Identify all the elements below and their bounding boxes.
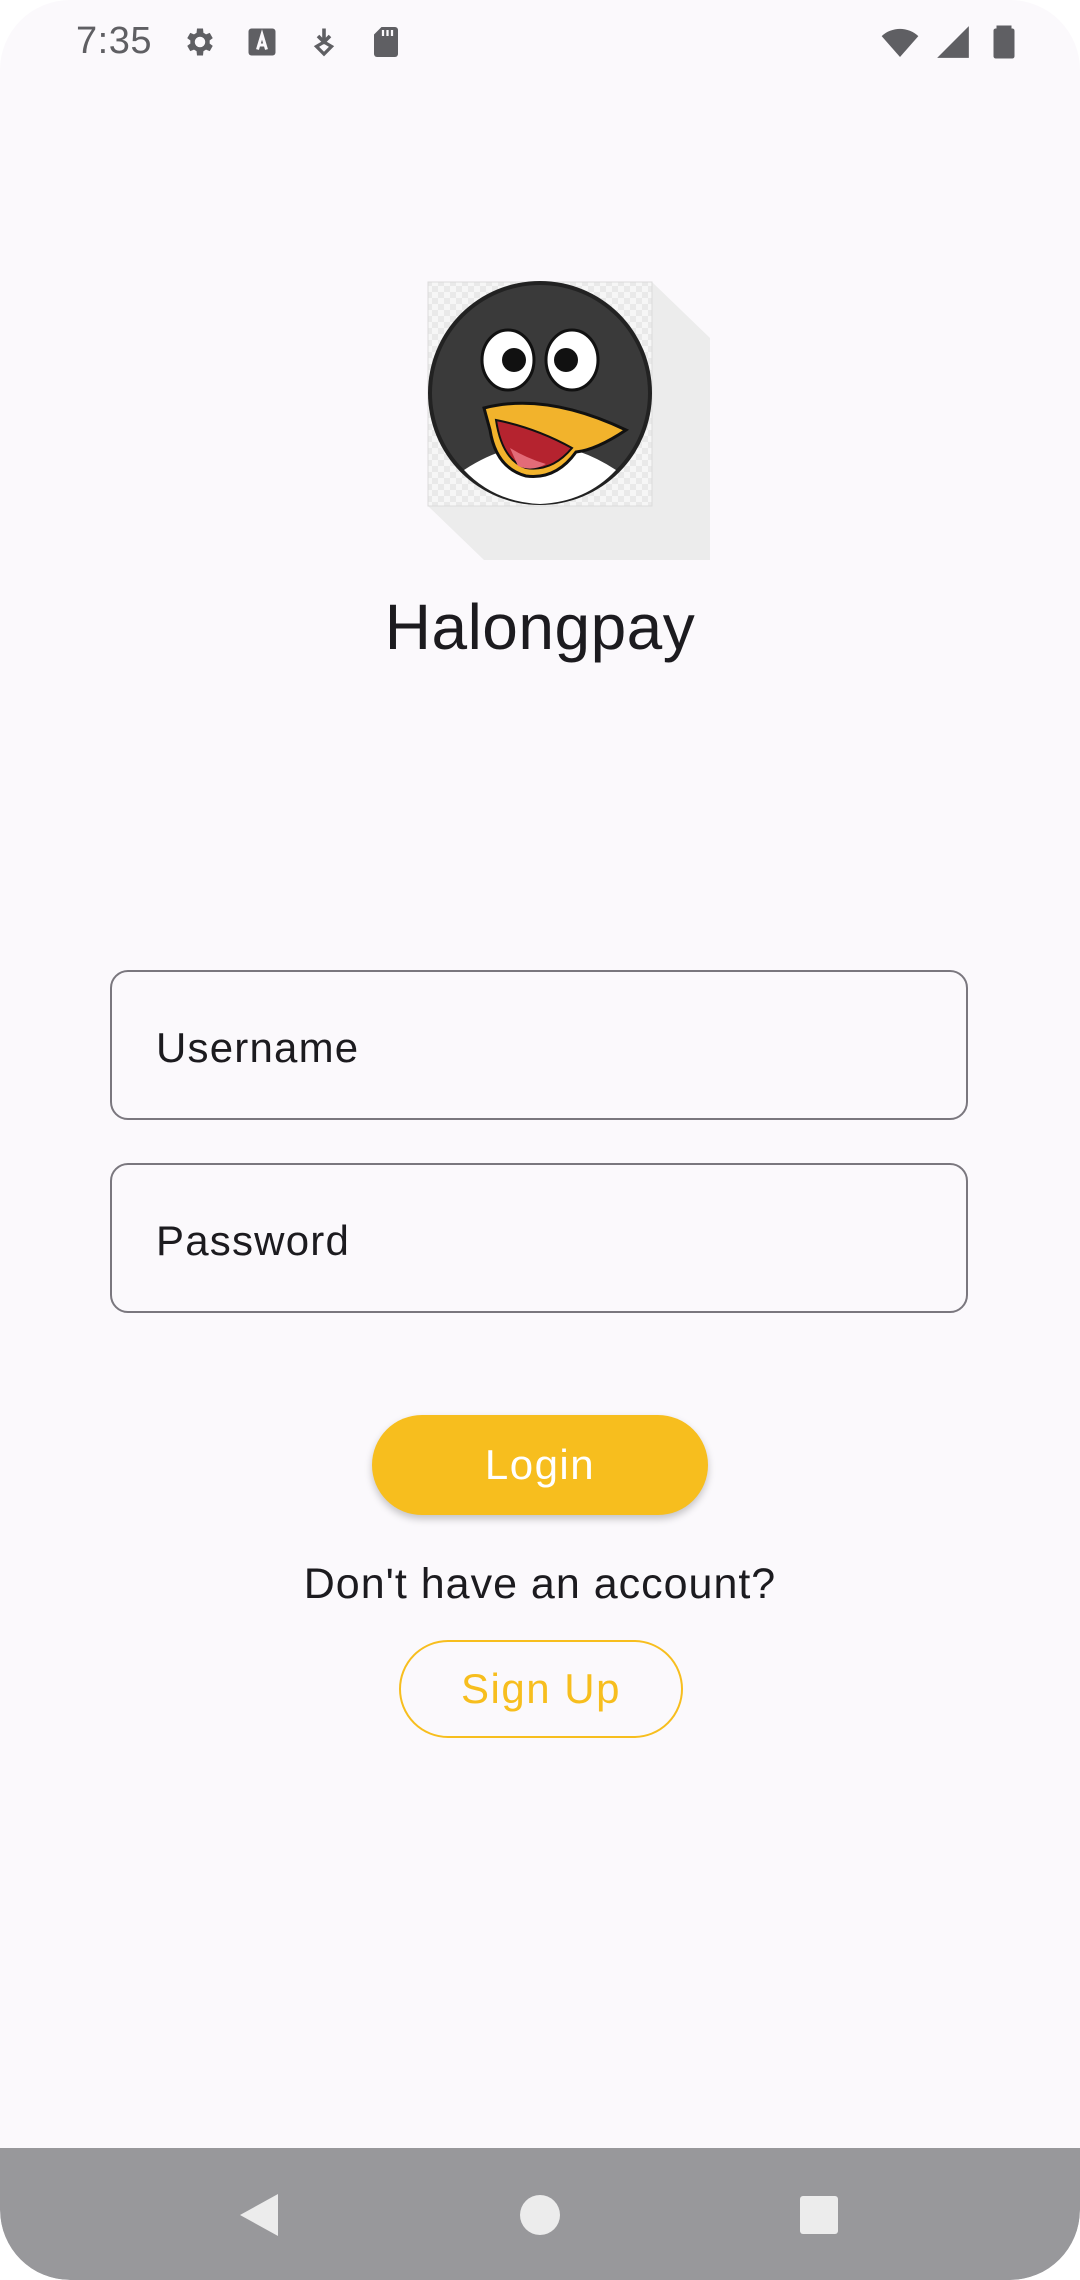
back-icon[interactable] — [234, 2190, 284, 2240]
signup-prompt: Don't have an account? — [303, 1560, 777, 1608]
recents-icon[interactable] — [794, 2190, 844, 2240]
password-field[interactable]: Password — [110, 1163, 968, 1313]
status-icons-left — [182, 24, 404, 60]
login-button[interactable]: Login — [372, 1415, 708, 1515]
status-bar: 7:35 — [0, 0, 1080, 90]
status-time: 7:35 — [76, 20, 152, 62]
home-icon[interactable] — [515, 2190, 565, 2240]
app-name: Halongpay — [384, 591, 696, 663]
text-a-icon — [248, 28, 276, 56]
navigation-bar — [0, 2148, 1080, 2280]
login-screen: 7:35 Halongpay Username Password Login D… — [0, 0, 1080, 2280]
username-field[interactable]: Username — [110, 970, 968, 1120]
password-placeholder: Password — [156, 1217, 351, 1264]
signup-button[interactable]: Sign Up — [399, 1640, 683, 1738]
wifi-icon — [881, 28, 919, 57]
battery-icon — [993, 25, 1015, 59]
cell-signal-icon — [937, 26, 969, 58]
app-logo — [426, 280, 710, 562]
status-icons-right — [880, 22, 1022, 62]
penguin-logo-icon — [427, 281, 710, 560]
download-badge-icon — [313, 28, 335, 57]
settings-icon — [187, 28, 213, 56]
username-placeholder: Username — [156, 1024, 360, 1071]
sd-card-icon — [374, 27, 398, 57]
